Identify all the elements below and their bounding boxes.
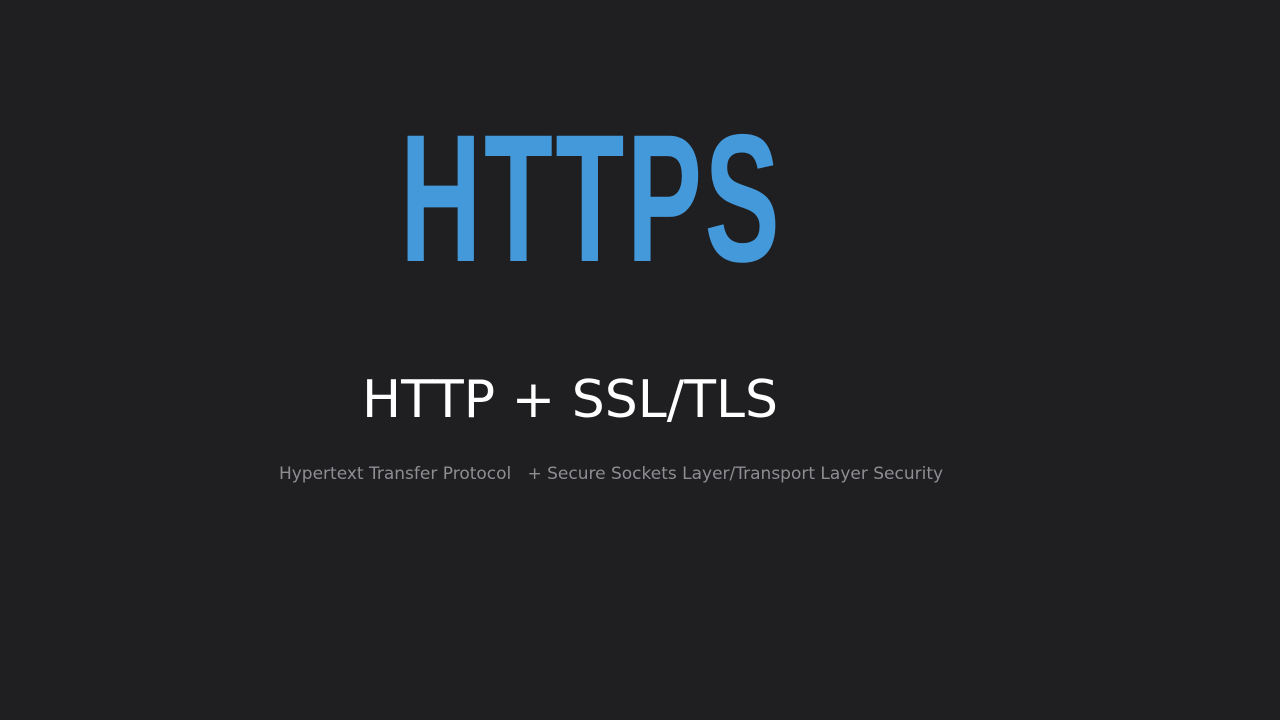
slide: HTTPS HTTP + SSL/TLS Hypertext Transfer … bbox=[0, 0, 1280, 720]
acronym-expansion: Hypertext Transfer Protocol + Secure Soc… bbox=[278, 464, 944, 484]
slide-title: HTTPS bbox=[400, 96, 783, 300]
slide-subtitle: HTTP + SSL/TLS bbox=[362, 370, 778, 430]
